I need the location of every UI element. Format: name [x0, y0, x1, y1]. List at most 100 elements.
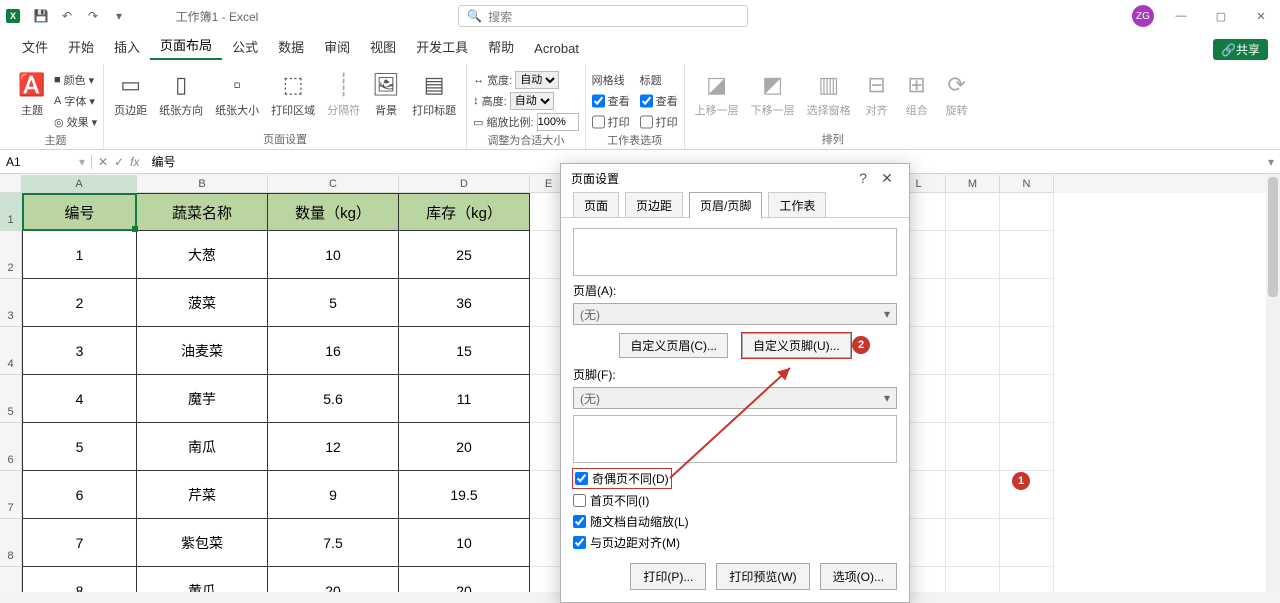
empty-cell[interactable] — [1000, 231, 1054, 279]
dialog-tab-header-footer[interactable]: 页眉/页脚 — [689, 192, 762, 218]
custom-header-button[interactable]: 自定义页眉(C)... — [619, 333, 728, 358]
empty-cell[interactable] — [1000, 279, 1054, 327]
column-header-M[interactable]: M — [946, 175, 1000, 193]
header-cell[interactable]: 编号 — [22, 193, 137, 231]
scale-ratio[interactable]: ▭ 缩放比例: — [473, 112, 578, 132]
bring-forward-button[interactable]: ◪上移一层 — [691, 68, 743, 120]
margins-button[interactable]: ▭页边距 — [110, 68, 151, 120]
data-cell[interactable]: 7.5 — [268, 519, 399, 567]
column-header-A[interactable]: A — [22, 175, 137, 193]
select-all-corner[interactable] — [0, 175, 22, 193]
data-cell[interactable]: 20 — [399, 423, 530, 471]
empty-cell[interactable] — [1000, 423, 1054, 471]
share-button[interactable]: 🔗 共享 — [1213, 39, 1268, 60]
tab-data[interactable]: 数据 — [268, 33, 314, 60]
options-button[interactable]: 选项(O)... — [820, 563, 897, 590]
print-titles-button[interactable]: ▤打印标题 — [408, 68, 460, 120]
theme-fonts[interactable]: A 字体 ▾ — [54, 91, 97, 111]
column-header-C[interactable]: C — [268, 175, 399, 193]
tab-help[interactable]: 帮助 — [478, 33, 524, 60]
data-cell[interactable]: 15 — [399, 327, 530, 375]
dialog-help-button[interactable]: ? — [851, 170, 875, 186]
tab-formulas[interactable]: 公式 — [222, 33, 268, 60]
data-cell[interactable]: 4 — [22, 375, 137, 423]
headings-print[interactable]: 打印 — [640, 112, 678, 132]
empty-cell[interactable] — [946, 279, 1000, 327]
tab-home[interactable]: 开始 — [58, 33, 104, 60]
theme-colors[interactable]: ■ 颜色 ▾ — [54, 70, 97, 90]
custom-footer-button[interactable]: 自定义页脚(U)... — [742, 333, 851, 358]
save-icon[interactable]: 💾 — [32, 7, 50, 25]
data-cell[interactable]: 20 — [268, 567, 399, 592]
print-area-button[interactable]: ⬚打印区域 — [267, 68, 319, 120]
empty-cell[interactable] — [1000, 193, 1054, 231]
fx-icon[interactable]: fx — [130, 155, 139, 169]
scale-height[interactable]: ↕ 高度: 自动 — [473, 91, 578, 111]
data-cell[interactable]: 19.5 — [399, 471, 530, 519]
data-cell[interactable]: 紫包菜 — [137, 519, 268, 567]
empty-cell[interactable] — [946, 375, 1000, 423]
scale-doc-check[interactable]: 随文档自动缩放(L) — [573, 513, 897, 530]
first-page-check[interactable]: 首页不同(I) — [573, 492, 897, 509]
data-cell[interactable]: 5 — [22, 423, 137, 471]
header-cell[interactable]: 数量（kg） — [268, 193, 399, 231]
data-cell[interactable]: 油麦菜 — [137, 327, 268, 375]
empty-cell[interactable] — [946, 471, 1000, 519]
empty-cell[interactable] — [1000, 375, 1054, 423]
data-cell[interactable]: 黄瓜 — [137, 567, 268, 592]
qat-more-icon[interactable]: ▾ — [110, 7, 128, 25]
maximize-button[interactable]: ▢ — [1208, 5, 1234, 27]
row-header[interactable]: 4 — [0, 327, 22, 375]
print-button[interactable]: 打印(P)... — [630, 563, 706, 590]
row-header[interactable]: 7 — [0, 471, 22, 519]
data-cell[interactable]: 大葱 — [137, 231, 268, 279]
header-cell[interactable]: 蔬菜名称 — [137, 193, 268, 231]
odd-even-check[interactable]: 奇偶页不同(D) — [573, 469, 671, 488]
empty-cell[interactable] — [946, 519, 1000, 567]
empty-cell[interactable] — [946, 231, 1000, 279]
data-cell[interactable]: 16 — [268, 327, 399, 375]
orientation-button[interactable]: ▯纸张方向 — [155, 68, 207, 120]
dialog-tab-page[interactable]: 页面 — [573, 192, 619, 218]
empty-cell[interactable] — [946, 567, 1000, 592]
data-cell[interactable]: 5.6 — [268, 375, 399, 423]
group-button[interactable]: ⊞组合 — [899, 68, 935, 120]
tab-view[interactable]: 视图 — [360, 33, 406, 60]
data-cell[interactable]: 8 — [22, 567, 137, 592]
empty-cell[interactable] — [946, 423, 1000, 471]
user-avatar[interactable]: ZG — [1132, 5, 1154, 27]
breaks-button[interactable]: ┊分隔符 — [323, 68, 364, 120]
data-cell[interactable]: 3 — [22, 327, 137, 375]
data-cell[interactable]: 10 — [268, 231, 399, 279]
cancel-formula-icon[interactable]: ✕ — [98, 155, 108, 169]
row-header[interactable]: 1 — [0, 193, 22, 231]
empty-cell[interactable] — [1000, 567, 1054, 592]
vertical-scrollbar[interactable] — [1266, 175, 1280, 592]
tab-acrobat[interactable]: Acrobat — [524, 37, 589, 60]
row-header[interactable]: 8 — [0, 519, 22, 567]
empty-cell[interactable] — [946, 327, 1000, 375]
data-cell[interactable]: 南瓜 — [137, 423, 268, 471]
header-select[interactable]: (无)▾ — [573, 303, 897, 325]
empty-cell[interactable] — [1000, 519, 1054, 567]
tab-page-layout[interactable]: 页面布局 — [150, 31, 222, 60]
align-button[interactable]: ⊟对齐 — [859, 68, 895, 120]
data-cell[interactable]: 9 — [268, 471, 399, 519]
data-cell[interactable]: 6 — [22, 471, 137, 519]
align-margin-check[interactable]: 与页边距对齐(M) — [573, 534, 897, 551]
footer-select[interactable]: (无)▾ — [573, 387, 897, 409]
name-box[interactable]: A1▾ — [0, 155, 92, 169]
headings-view[interactable]: 查看 — [640, 91, 678, 111]
data-cell[interactable]: 魔芋 — [137, 375, 268, 423]
selection-pane-button[interactable]: ▥选择窗格 — [803, 68, 855, 120]
data-cell[interactable]: 菠菜 — [137, 279, 268, 327]
row-header[interactable]: 3 — [0, 279, 22, 327]
gridlines-print[interactable]: 打印 — [592, 112, 630, 132]
dialog-tab-sheet[interactable]: 工作表 — [768, 192, 826, 218]
column-header-N[interactable]: N — [1000, 175, 1054, 193]
accept-formula-icon[interactable]: ✓ — [114, 155, 124, 169]
row-header[interactable]: 6 — [0, 423, 22, 471]
data-cell[interactable]: 芹菜 — [137, 471, 268, 519]
row-header[interactable]: 2 — [0, 231, 22, 279]
header-cell[interactable]: 库存（kg） — [399, 193, 530, 231]
